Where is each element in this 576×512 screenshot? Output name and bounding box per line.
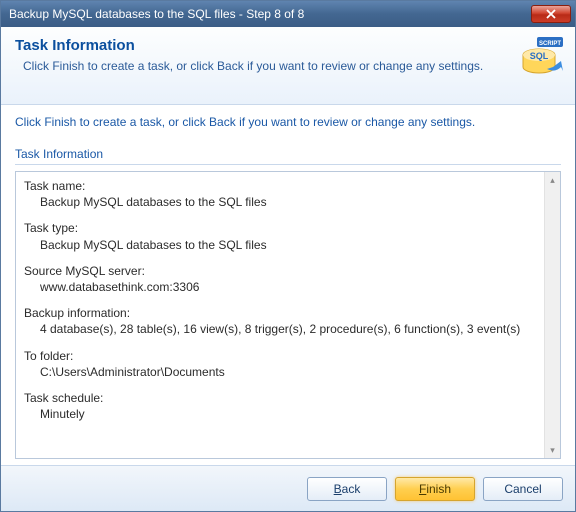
section-label: Task Information [15, 147, 561, 165]
close-button[interactable] [531, 5, 571, 23]
backup-info-value: 4 database(s), 28 table(s), 16 view(s), … [24, 321, 536, 337]
header-subtitle: Click Finish to create a task, or click … [15, 58, 561, 74]
task-name-label: Task name: [24, 178, 536, 194]
instruction-text: Click Finish to create a task, or click … [15, 115, 561, 129]
header-title: Task Information [15, 37, 561, 54]
scroll-down-icon[interactable]: ▾ [546, 443, 560, 457]
header-panel: Task Information Click Finish to create … [1, 27, 575, 105]
task-type-value: Backup MySQL databases to the SQL files [24, 237, 536, 253]
icon-sql-text: SQL [530, 51, 549, 61]
finish-button[interactable]: Finish [395, 477, 475, 501]
content-area: Click Finish to create a task, or click … [1, 105, 575, 465]
footer: Back Finish Cancel [1, 465, 575, 511]
task-name-value: Backup MySQL databases to the SQL files [24, 194, 536, 210]
cancel-button[interactable]: Cancel [483, 477, 563, 501]
summary-box: Task name: Backup MySQL databases to the… [15, 171, 561, 459]
titlebar: Backup MySQL databases to the SQL files … [1, 1, 575, 27]
task-type-label: Task type: [24, 220, 536, 236]
to-folder-value: C:\Users\Administrator\Documents [24, 364, 536, 380]
source-value: www.databasethink.com:3306 [24, 279, 536, 295]
wizard-window: Backup MySQL databases to the SQL files … [0, 0, 576, 512]
summary-text: Task name: Backup MySQL databases to the… [16, 172, 544, 458]
window-title: Backup MySQL databases to the SQL files … [9, 7, 531, 21]
close-icon [546, 9, 556, 19]
scrollbar[interactable]: ▴ ▾ [544, 172, 560, 458]
sql-script-icon: SCRIPT SQL [517, 35, 565, 83]
scroll-up-icon[interactable]: ▴ [546, 173, 560, 187]
back-button[interactable]: Back [307, 477, 387, 501]
backup-info-label: Backup information: [24, 305, 536, 321]
schedule-label: Task schedule: [24, 390, 536, 406]
source-label: Source MySQL server: [24, 263, 536, 279]
icon-badge-text: SCRIPT [539, 41, 561, 47]
to-folder-label: To folder: [24, 348, 536, 364]
schedule-value: Minutely [24, 406, 536, 422]
